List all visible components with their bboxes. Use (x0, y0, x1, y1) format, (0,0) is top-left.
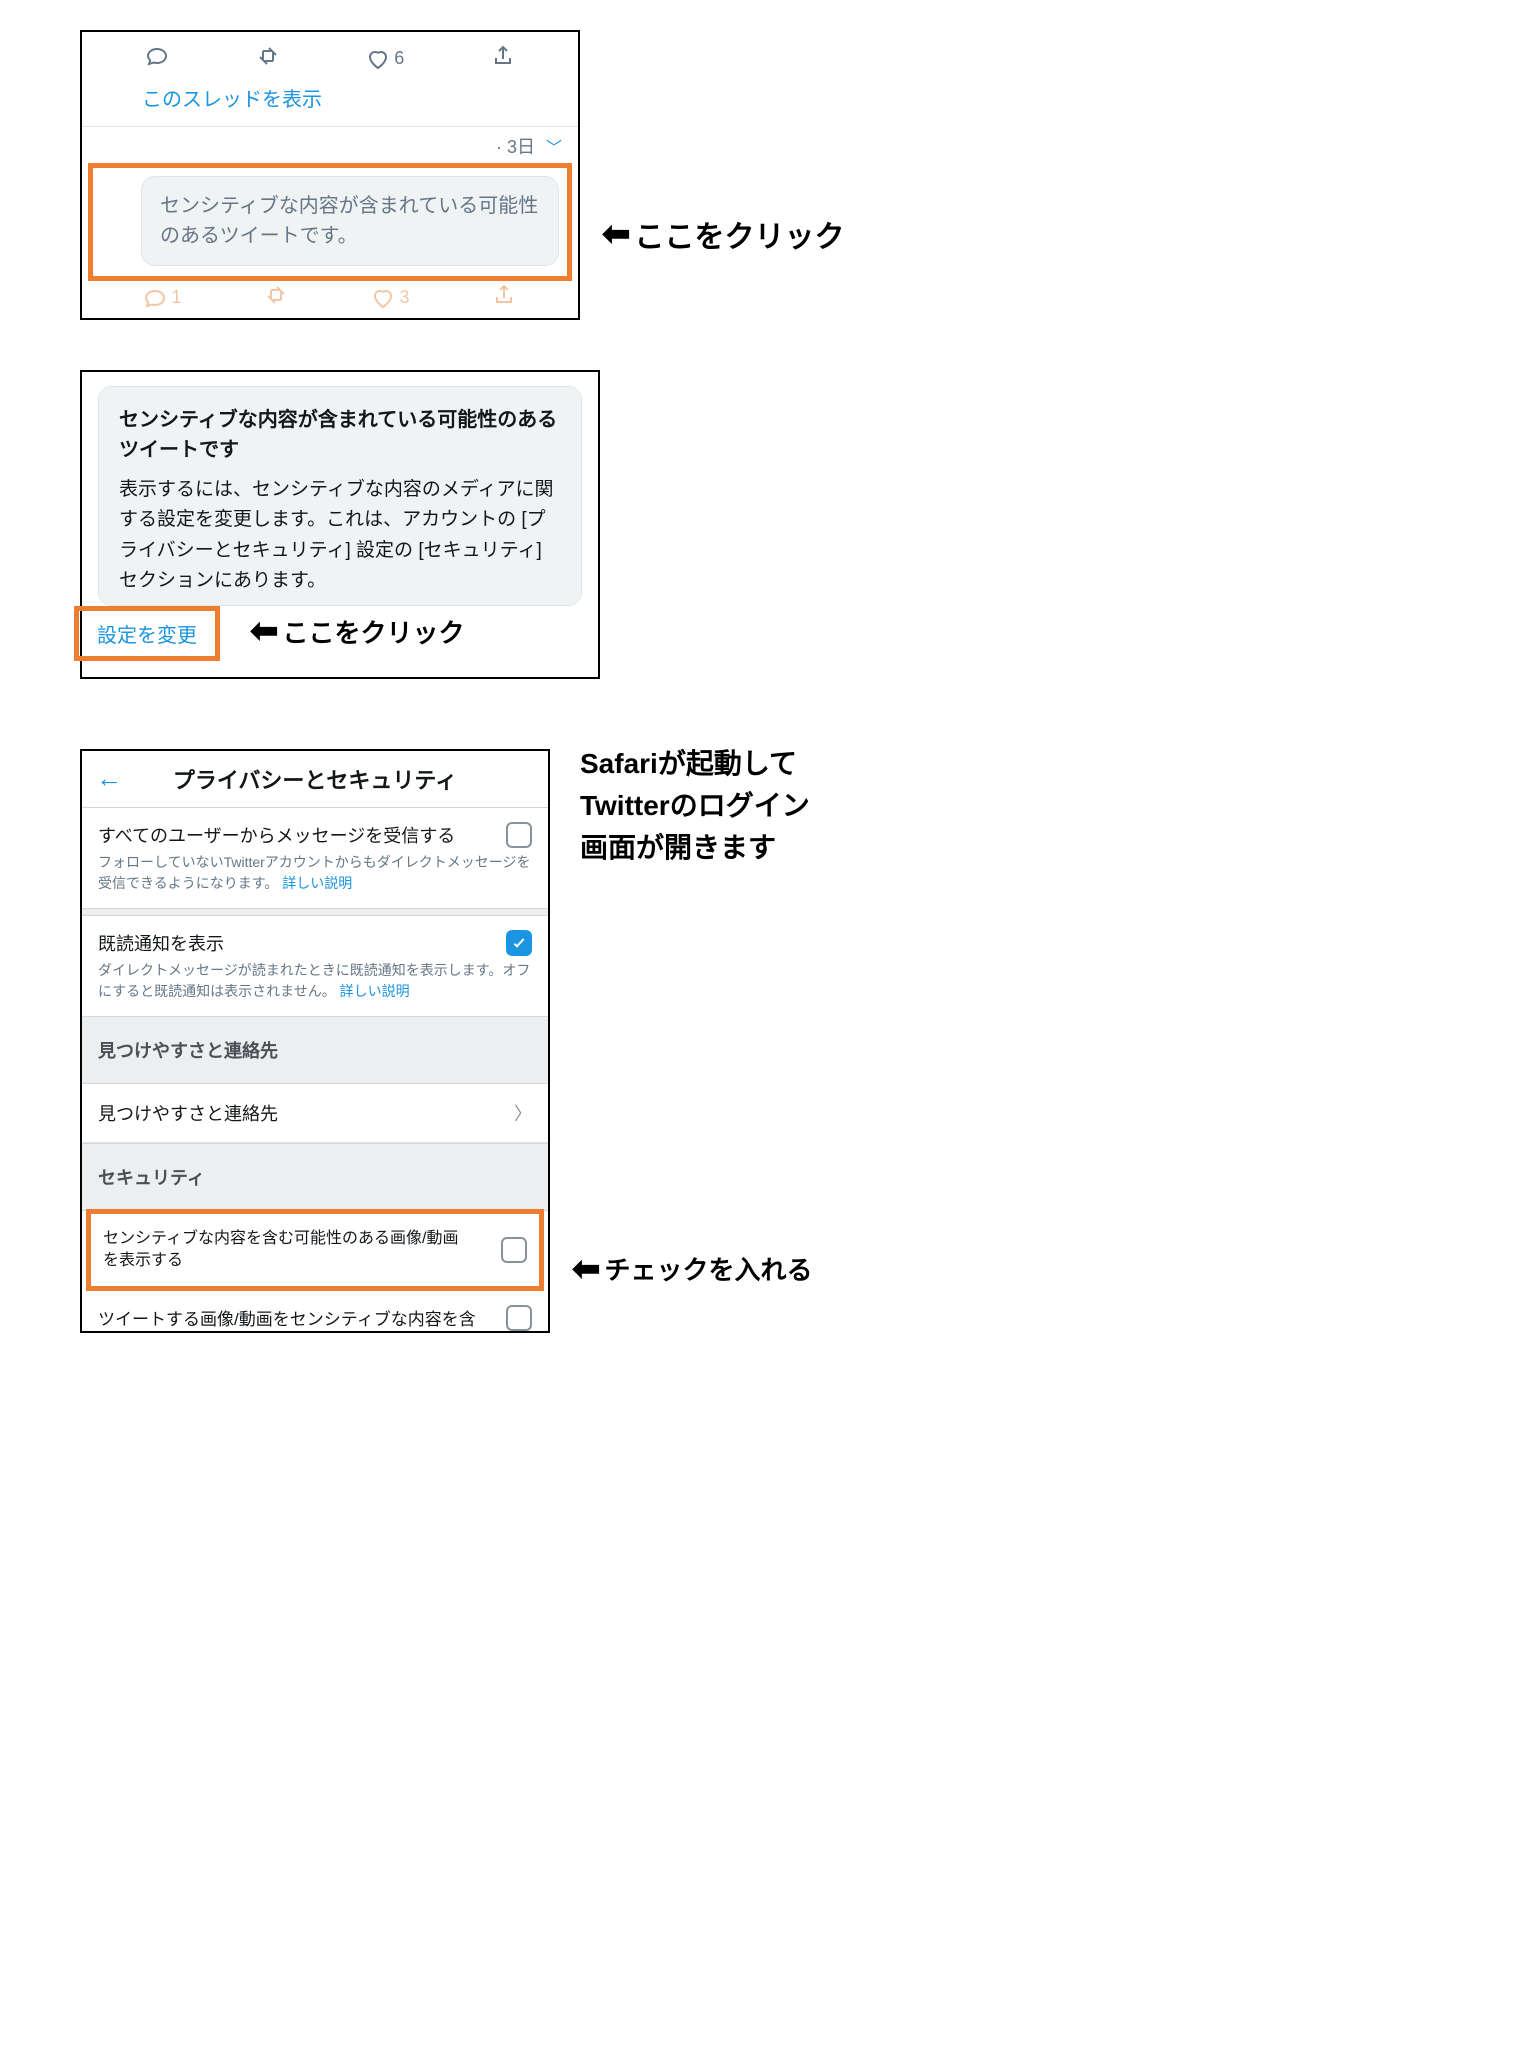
reply-icon[interactable] (145, 44, 169, 73)
tweet-actions-row: 6 (82, 32, 578, 77)
info-card-body: 表示するには、センシティブな内容のメディアに関する設定を変更します。これは、アカ… (119, 475, 561, 597)
read-receipt-label: 既読通知を表示 (98, 930, 224, 956)
highlight-box-3: センシティブな内容を含む可能性のある画像/動画を表示する (86, 1209, 544, 1292)
annotation-click-here-2: ⬅ ここをクリック (250, 613, 465, 650)
checkbox-unchecked[interactable] (501, 1237, 527, 1263)
sensitive-media-label: センシティブな内容を含む可能性のある画像/動画を表示する (103, 1228, 463, 1273)
reply-icon[interactable]: 1 (143, 286, 181, 310)
discoverability-row[interactable]: 見つけやすさと連絡先 〉 (82, 1084, 548, 1143)
dm-receive-label: すべてのユーザーからメッセージを受信する (98, 822, 455, 848)
security-section-header: セキュリティ (82, 1143, 548, 1211)
checkbox-unchecked[interactable] (506, 1305, 532, 1331)
checkbox-unchecked[interactable] (506, 822, 532, 848)
annotation-check-here: ⬅ チェックを入れる (572, 1250, 813, 1287)
change-settings-link[interactable]: 設定を変更 (97, 625, 197, 647)
annotation-safari-note: Safariが起動して Twitterのログイン 画面が開きます (580, 743, 810, 869)
like-button[interactable]: 6 (366, 47, 404, 71)
mark-media-label: ツイートする画像/動画をセンシティブな内容を含 (98, 1305, 476, 1330)
retweet-icon[interactable] (264, 283, 288, 312)
arrow-left-icon: ⬅ (602, 217, 631, 251)
like-count: 6 (394, 48, 404, 69)
mark-media-row[interactable]: ツイートする画像/動画をセンシティブな内容を含 (82, 1291, 548, 1331)
sensitive-content-notice[interactable]: センシティブな内容が含まれている可能性のあるツイートです。 (141, 176, 559, 266)
learn-more-link[interactable]: 詳しい説明 (340, 983, 410, 999)
settings-header: ← プライバシーとセキュリティ (82, 751, 548, 808)
tweet-timestamp: · 3日 (496, 137, 535, 157)
discoverability-section-header: 見つけやすさと連絡先 (82, 1016, 548, 1084)
sensitive-info-card: センシティブな内容が含まれている可能性のあるツイートです 表示するには、センシテ… (98, 386, 582, 606)
tweet-timestamp-row: · 3日 ﹀ (82, 127, 578, 159)
settings-title: プライバシーとセキュリティ (173, 763, 457, 795)
highlight-box-1: センシティブな内容が含まれている可能性のあるツイートです。 (88, 163, 572, 281)
arrow-left-icon: ⬅ (572, 1252, 601, 1286)
like-count-faded: 3 (399, 287, 409, 308)
read-receipt-row[interactable]: 既読通知を表示 (82, 916, 548, 960)
info-panel-2: センシティブな内容が含まれている可能性のあるツイートです 表示するには、センシテ… (80, 370, 600, 679)
like-button[interactable]: 3 (371, 286, 409, 310)
checkbox-checked[interactable] (506, 930, 532, 956)
share-icon[interactable] (492, 283, 516, 312)
sensitive-media-row[interactable]: センシティブな内容を含む可能性のある画像/動画を表示する (91, 1214, 539, 1287)
back-button[interactable]: ← (96, 763, 122, 794)
learn-more-link[interactable]: 詳しい説明 (282, 875, 352, 891)
arrow-left-icon: ⬅ (250, 614, 279, 648)
tweet-actions-row-faded: 1 3 (82, 281, 578, 318)
reply-count-faded: 1 (171, 287, 181, 308)
dm-receive-desc: フォローしていないTwitterアカウントからもダイレクトメッセージを受信できる… (82, 852, 548, 908)
tweet-panel-1: 6 このスレッドを表示 · 3日 ﹀ センシティブな内容が含まれている可能性のあ… (80, 30, 580, 320)
chevron-right-icon: 〉 (514, 1100, 532, 1126)
highlight-box-2: 設定を変更 (74, 606, 220, 661)
show-thread-link[interactable]: このスレッドを表示 (82, 77, 578, 126)
discoverability-label: 見つけやすさと連絡先 (98, 1100, 278, 1126)
annotation-click-here-1: ⬅ ここをクリック (602, 212, 845, 256)
retweet-icon[interactable] (256, 44, 280, 73)
chevron-down-icon[interactable]: ﹀ (546, 140, 562, 157)
settings-panel-3: ← プライバシーとセキュリティ すべてのユーザーからメッセージを受信する フォロ… (80, 749, 550, 1334)
read-receipt-desc: ダイレクトメッセージが読まれたときに既読通知を表示します。オフにすると既読通知は… (82, 960, 548, 1016)
info-card-title: センシティブな内容が含まれている可能性のあるツイートです (119, 405, 561, 465)
dm-receive-row[interactable]: すべてのユーザーからメッセージを受信する (82, 808, 548, 852)
share-icon[interactable] (491, 44, 515, 73)
